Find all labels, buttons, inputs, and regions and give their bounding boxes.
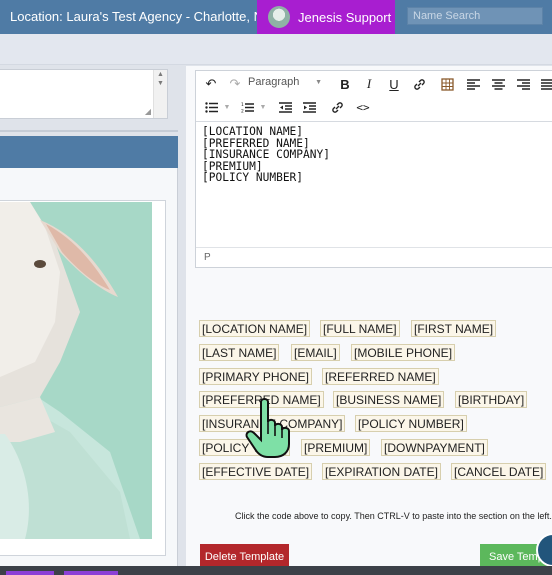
source-code-icon[interactable]: <> (354, 96, 372, 118)
merge-tag[interactable]: [BIRTHDAY] (455, 391, 528, 408)
merge-tag[interactable]: [PREFERRED NAME] (199, 391, 324, 408)
indent-icon[interactable] (300, 96, 318, 118)
merge-tag[interactable]: [LAST NAME] (199, 344, 280, 361)
merge-tag[interactable]: [FULL NAME] (320, 320, 400, 337)
link-icon[interactable] (410, 73, 428, 95)
chevron-down-icon: ▼ (315, 79, 322, 86)
merge-tag[interactable]: [DOWNPAYMENT] (381, 439, 488, 456)
copy-hint: Click the code above to copy. Then CTRL-… (235, 511, 552, 521)
align-center-icon[interactable] (489, 73, 507, 95)
editor-line: [LOCATION NAME] (202, 125, 304, 138)
underline-icon[interactable]: U (385, 73, 403, 95)
merge-tag[interactable]: [EMAIL] (291, 344, 340, 361)
align-right-icon[interactable] (514, 73, 532, 95)
bullet-list-icon[interactable] (202, 96, 220, 118)
svg-text:1: 1 (241, 102, 244, 108)
editor-line: [POLICY NUMBER] (202, 171, 304, 184)
editor-content[interactable]: [LOCATION NAME] [PREFERRED NAME] [INSURANC… (196, 121, 552, 247)
merge-tag[interactable]: [PREMIUM] (301, 439, 371, 456)
merge-tag[interactable]: [EFFECTIVE DATE] (199, 463, 313, 480)
resize-grip-icon[interactable]: ◢ (145, 107, 151, 116)
goat-portrait-image (0, 202, 152, 539)
bottom-strip (0, 566, 552, 575)
editor-line: [INSURANCE COMPANY] (202, 148, 330, 161)
sub-bar (0, 34, 552, 65)
merge-tag[interactable]: [EXPIRATION DATE] (322, 463, 441, 480)
undo-icon[interactable]: ↶ (202, 73, 220, 95)
numbered-list-icon[interactable]: 12 (238, 96, 256, 118)
merge-tag[interactable]: [POLICY TYPE] (199, 439, 290, 456)
merge-tag[interactable]: [POLICY NUMBER] (355, 415, 467, 432)
divider (0, 130, 178, 132)
editor-toolbar-row-1: ↶ ↷ Paragraph ▼ B I U (196, 73, 552, 97)
format-select[interactable]: Paragraph ▼ (248, 76, 326, 94)
align-justify-icon[interactable] (538, 73, 552, 95)
merge-tag[interactable]: [FIRST NAME] (411, 320, 497, 337)
support-avatar (268, 6, 290, 28)
merge-tag[interactable]: [INSURANCE COMPANY] (199, 415, 346, 432)
italic-icon[interactable]: I (360, 73, 378, 95)
editor-toolbar-row-2: ▼ 12 ▼ <> (196, 96, 552, 120)
template-image (0, 202, 152, 539)
merge-tag[interactable]: [CANCEL DATE] (451, 463, 547, 480)
bottom-tab[interactable] (64, 571, 118, 575)
bold-icon[interactable]: B (336, 73, 354, 95)
support-label: Jenesis Support (298, 10, 392, 25)
table-icon[interactable] (438, 73, 456, 95)
element-path: P (204, 252, 211, 263)
merge-tag[interactable]: [REFERRED NAME] (322, 368, 439, 385)
svg-text:2: 2 (241, 108, 244, 113)
merge-tag[interactable]: [MOBILE PHONE] (351, 344, 456, 361)
rich-text-editor: ↶ ↷ Paragraph ▼ B I U ▼ 1 2 ▼ <> [LOCATI… (195, 70, 552, 268)
align-left-icon[interactable] (464, 73, 482, 95)
textarea-scrollbar[interactable]: ▲ ▼ (153, 70, 167, 118)
name-search-input[interactable] (407, 7, 543, 25)
scroll-up-icon[interactable]: ▲ (157, 71, 164, 78)
merge-tag[interactable]: [BUSINESS NAME] (333, 391, 445, 408)
merge-tag[interactable]: [LOCATION NAME] (199, 320, 311, 337)
support-menu[interactable]: Jenesis Support (257, 0, 395, 34)
top-bar: Location: Laura's Test Agency - Charlott… (0, 0, 552, 34)
preview-panel-header (0, 136, 178, 168)
redo-icon[interactable]: ↷ (226, 73, 244, 95)
insert-link-icon[interactable] (328, 96, 346, 118)
format-select-value: Paragraph (248, 76, 300, 88)
editor-status-bar: P (196, 247, 552, 267)
bottom-tab[interactable] (6, 571, 54, 575)
scroll-down-icon[interactable]: ▼ (157, 80, 164, 87)
outdent-icon[interactable] (276, 96, 294, 118)
bullet-list-options-icon[interactable]: ▼ (222, 96, 232, 118)
merge-tag[interactable]: [PRIMARY PHONE] (199, 368, 312, 385)
left-textarea[interactable]: ▲ ▼ ◢ (0, 69, 168, 119)
numbered-list-options-icon[interactable]: ▼ (258, 96, 268, 118)
location-label: Location: Laura's Test Agency - Charlott… (10, 9, 273, 24)
